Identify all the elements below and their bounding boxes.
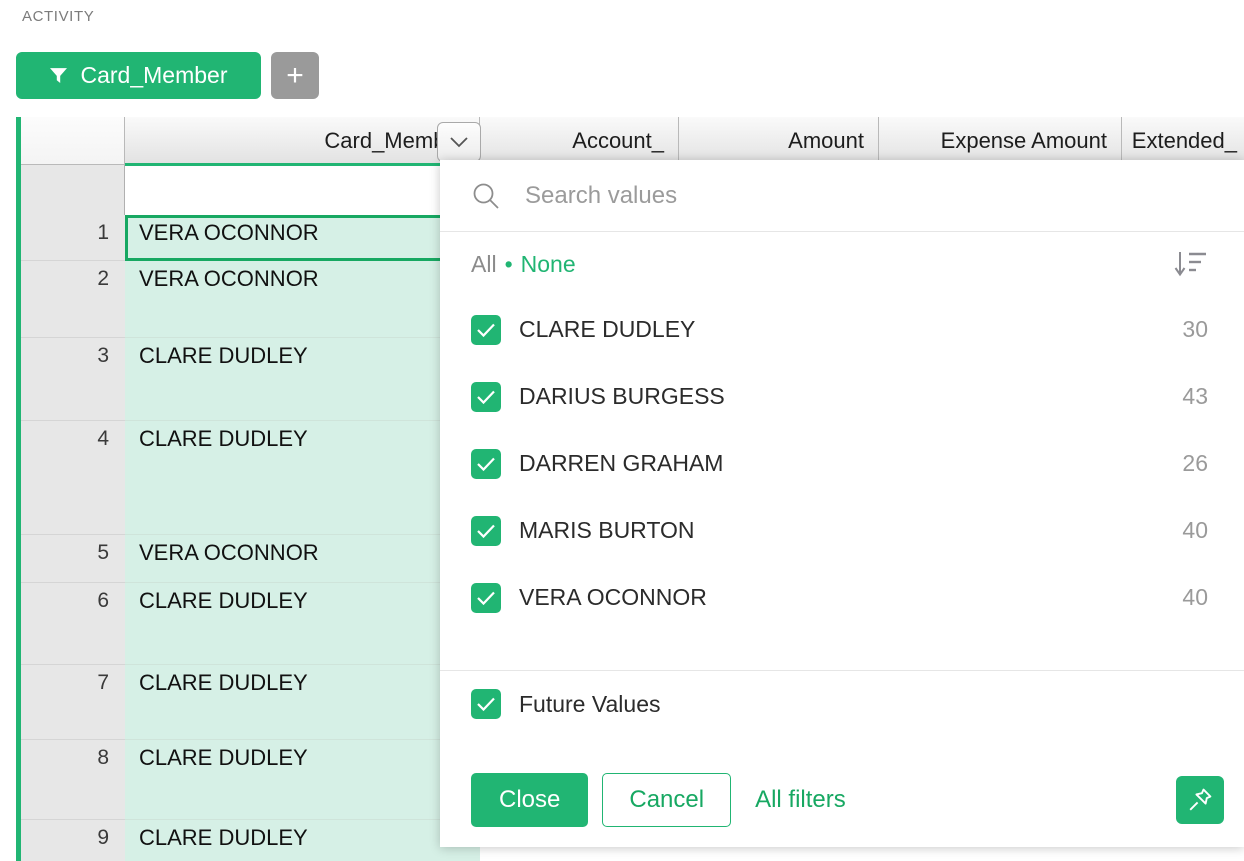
chevron-down-icon — [450, 136, 468, 147]
row-number[interactable]: 1 — [21, 215, 125, 261]
add-filter-button[interactable]: + — [271, 52, 319, 99]
search-input[interactable] — [523, 180, 1167, 211]
grid-header-row: Card_Member Account_ Amount Expense Amou… — [0, 117, 1244, 166]
checkmark-icon — [477, 390, 495, 404]
card-member-cell[interactable]: VERA OCONNOR — [125, 535, 480, 583]
pin-button[interactable] — [1176, 775, 1224, 824]
filter-value-list: CLARE DUDLEY 30 DARIUS BURGESS 43 DARREN GRA… — [440, 296, 1244, 828]
sort-descending-icon[interactable] — [1174, 249, 1208, 279]
column-header-account[interactable]: Account_ — [480, 117, 679, 165]
filter-value-checkbox[interactable] — [471, 381, 501, 412]
column-header-card-member[interactable]: Card_Member — [125, 117, 480, 165]
filter-value-checkbox[interactable] — [471, 314, 501, 345]
card-member-cell[interactable]: VERA OCONNOR — [125, 261, 480, 338]
filter-value-count: 43 — [1182, 383, 1208, 409]
row-number[interactable]: 4 — [21, 421, 125, 535]
filter-value-label: MARIS BURTON — [519, 517, 695, 543]
filter-value-count: 30 — [1182, 316, 1208, 342]
filter-value-checkbox[interactable] — [471, 448, 501, 479]
cancel-button[interactable]: Cancel — [602, 772, 732, 827]
filter-value-count: 40 — [1182, 517, 1208, 543]
card-member-cell[interactable]: CLARE DUDLEY — [125, 583, 480, 665]
row-number[interactable]: 3 — [21, 338, 125, 421]
select-none-link[interactable]: None — [521, 251, 576, 278]
filter-value-label: DARREN GRAHAM — [519, 450, 724, 476]
row-number-column: 123456789 — [21, 165, 125, 861]
row-number[interactable]: 8 — [21, 740, 125, 820]
column-filter-dropdown-button[interactable] — [437, 122, 481, 162]
row-number[interactable]: 2 — [21, 261, 125, 338]
row-number-header — [21, 117, 125, 165]
column-header-amount[interactable]: Amount — [679, 117, 879, 165]
grid-left-accent-bar — [16, 117, 21, 861]
filter-values-dropdown: All • None CLARE DUDLEY 30 DARIUS BURGESS 4… — [440, 160, 1244, 847]
filter-chip-label: Card_Member — [80, 62, 228, 88]
checkmark-icon — [477, 524, 495, 538]
filter-value-item[interactable]: DARREN GRAHAM 26 — [440, 430, 1244, 497]
filter-value-label: VERA OCONNOR — [519, 584, 707, 610]
filter-panel-footer: Close Cancel All filters — [440, 752, 1244, 847]
filter-value-item[interactable]: DARIUS BURGESS 43 — [440, 363, 1244, 430]
column-header-extended[interactable]: Extended_ — [1122, 117, 1244, 165]
row-number[interactable]: 5 — [21, 535, 125, 583]
filter-value-checkbox[interactable] — [471, 515, 501, 546]
filter-value-count: 40 — [1182, 584, 1208, 610]
filter-value-checkbox[interactable] — [471, 582, 501, 613]
active-column-underline — [125, 163, 480, 166]
pin-icon — [1189, 788, 1212, 810]
all-filters-link[interactable]: All filters — [755, 786, 846, 814]
checkmark-icon — [477, 457, 495, 471]
funnel-icon — [49, 68, 67, 83]
filter-value-item[interactable]: CLARE DUDLEY 30 — [440, 296, 1244, 363]
filter-chip-card-member[interactable]: Card_Member — [16, 52, 261, 99]
row-number[interactable]: 6 — [21, 583, 125, 665]
future-values-row[interactable]: Future Values — [440, 670, 1244, 737]
checkmark-icon — [477, 591, 495, 605]
filter-value-label: DARIUS BURGESS — [519, 383, 725, 409]
row-number[interactable]: 7 — [21, 665, 125, 740]
card-member-cell[interactable]: CLARE DUDLEY — [125, 338, 480, 421]
card-member-cell[interactable]: CLARE DUDLEY — [125, 421, 480, 535]
filter-toolbar: Card_Member + — [16, 52, 319, 99]
close-button[interactable]: Close — [471, 772, 589, 827]
activity-label: ACTIVITY — [22, 8, 95, 25]
all-none-separator: • — [504, 250, 513, 277]
select-all-none-row: All • None — [440, 232, 1244, 296]
future-values-label: Future Values — [519, 690, 661, 717]
checkmark-icon — [477, 323, 495, 337]
checkmark-icon — [477, 697, 495, 712]
filter-value-label: CLARE DUDLEY — [519, 316, 696, 342]
row-number[interactable]: 9 — [21, 820, 125, 861]
search-icon — [473, 183, 499, 209]
column-header-expense-amount[interactable]: Expense Amount — [879, 117, 1122, 165]
card-member-cell[interactable]: CLARE DUDLEY — [125, 820, 480, 861]
filter-value-count: 26 — [1182, 450, 1208, 476]
select-all-link[interactable]: All — [471, 251, 497, 278]
filter-value-item[interactable]: MARIS BURTON 40 — [440, 497, 1244, 564]
future-values-checkbox[interactable] — [471, 689, 501, 719]
card-member-cell[interactable]: CLARE DUDLEY — [125, 740, 480, 820]
card-member-cell[interactable]: VERA OCONNOR — [125, 215, 480, 261]
filter-value-item[interactable]: VERA OCONNOR 40 — [440, 564, 1244, 631]
card-member-cell[interactable]: CLARE DUDLEY — [125, 665, 480, 740]
search-row — [440, 160, 1244, 232]
